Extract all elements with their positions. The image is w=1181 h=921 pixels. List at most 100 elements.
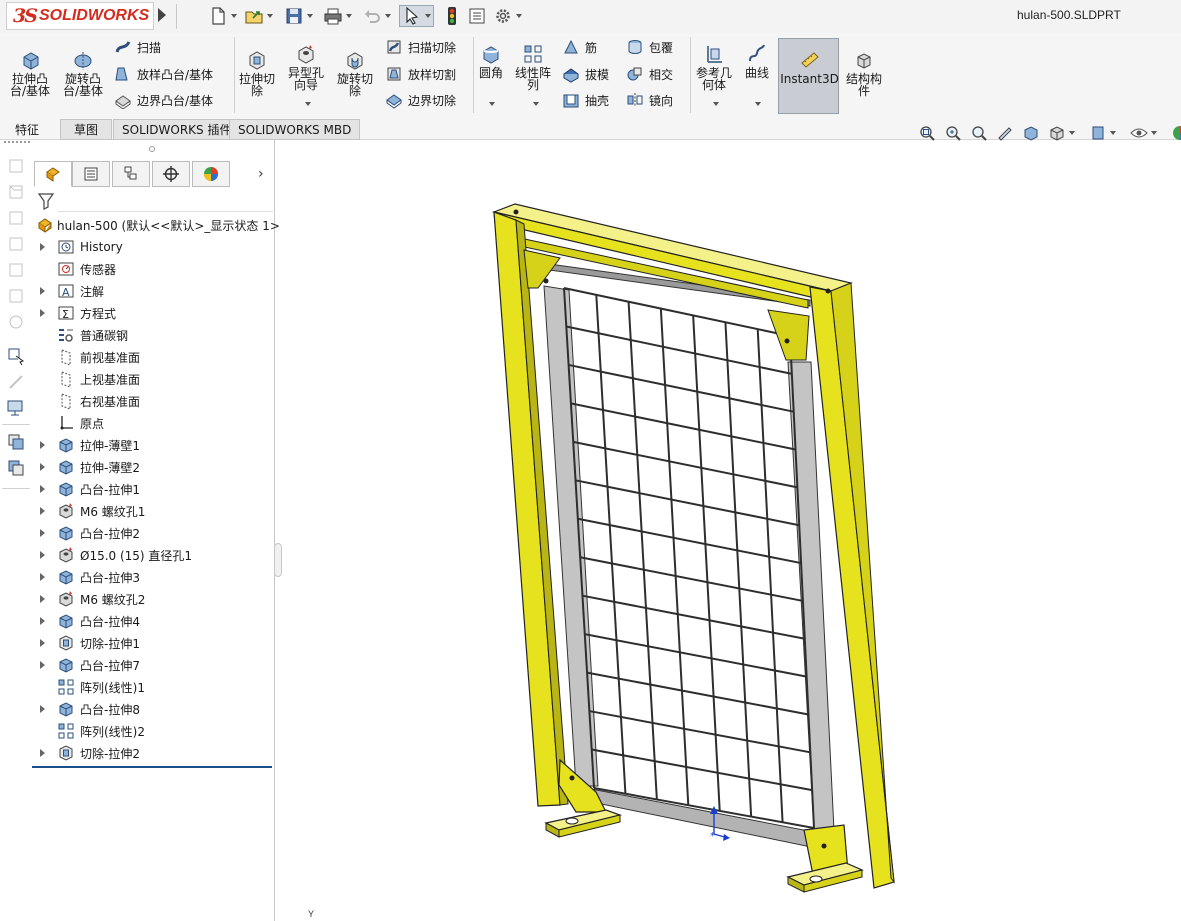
tree-item[interactable]: M6 螺纹孔1 [32, 500, 275, 522]
expand-arrow-icon[interactable] [40, 529, 45, 537]
tree-item[interactable]: 凸台-拉伸4 [32, 610, 275, 632]
chevron-down-icon[interactable] [307, 14, 313, 18]
tree-item[interactable]: 传感器 [32, 258, 275, 280]
mirror-button[interactable]: 镜向 [626, 91, 673, 109]
strip-tool-4[interactable] [6, 234, 26, 254]
lofted-cut-button[interactable]: 放样切割 [385, 65, 456, 83]
filter-button[interactable] [36, 191, 56, 211]
tree-item[interactable]: M6 螺纹孔2 [32, 588, 275, 610]
intersect-button[interactable]: 相交 [626, 65, 673, 83]
solidworks-logo[interactable]: 3S SOLIDWORKS [6, 2, 154, 30]
tree-item[interactable]: 拉伸-薄壁2 [32, 456, 275, 478]
expand-arrow-icon[interactable] [40, 639, 45, 647]
expand-arrow-icon[interactable] [40, 595, 45, 603]
linear-pattern-button[interactable]: 线性阵 列 [515, 43, 551, 91]
undo-button[interactable] [362, 5, 391, 27]
tree-item[interactable]: 普通碳钢 [32, 324, 275, 346]
more-tabs-chevron-icon[interactable]: › [258, 166, 264, 182]
chevron-down-icon[interactable] [346, 14, 352, 18]
expand-arrow-icon[interactable] [40, 287, 45, 295]
boundary-boss-button[interactable]: 边界凸台/基体 [114, 91, 213, 109]
rebuild-button[interactable] [442, 5, 462, 27]
tree-root-part[interactable]: hulan-500 (默认<<默认>_显示状态 1> [32, 214, 280, 236]
strip-grip[interactable] [4, 141, 30, 143]
menu-expand-arrow-icon[interactable] [158, 8, 166, 22]
chevron-down-icon[interactable] [231, 14, 237, 18]
revolve-boss-button[interactable]: 旋转凸 台/基体 [63, 49, 103, 97]
expand-arrow-icon[interactable] [40, 441, 45, 449]
new-document-button[interactable] [208, 5, 237, 27]
expand-arrow-icon[interactable] [40, 243, 45, 251]
expand-arrow-icon[interactable] [40, 507, 45, 515]
tree-item[interactable]: 切除-拉伸1 [32, 632, 275, 654]
select-button[interactable] [399, 5, 434, 27]
tree-item[interactable]: 拉伸-薄壁1 [32, 434, 275, 456]
rib-button[interactable]: 筋 [562, 38, 597, 56]
expand-arrow-icon[interactable] [40, 661, 45, 669]
hole-wizard-button[interactable]: 异型孔 向导 [288, 43, 324, 91]
tree-item[interactable]: 凸台-拉伸2 [32, 522, 275, 544]
tree-item[interactable]: 凸台-拉伸7 [32, 654, 275, 676]
fillet-dropdown-icon[interactable] [489, 102, 495, 106]
draft-button[interactable]: 拔模 [562, 65, 609, 83]
panel-grip[interactable] [149, 146, 155, 152]
swept-cut-button[interactable]: 扫描切除 [385, 38, 456, 56]
chevron-down-icon[interactable] [385, 14, 391, 18]
expand-arrow-icon[interactable] [40, 463, 45, 471]
tree-item[interactable]: History [32, 236, 275, 258]
open-button[interactable] [244, 5, 273, 27]
wrap-button[interactable]: 包覆 [626, 38, 673, 56]
tree-item[interactable]: A 注解 [32, 280, 275, 302]
chevron-down-icon[interactable] [267, 14, 273, 18]
structure-member-button[interactable]: 结构构 件 [846, 49, 882, 97]
tree-item[interactable]: 上视基准面 [32, 368, 275, 390]
chevron-down-icon[interactable] [1110, 131, 1116, 135]
instant3d-button[interactable]: Instant3D [778, 38, 839, 114]
tree-item[interactable]: 凸台-拉伸3 [32, 566, 275, 588]
reference-geometry-dropdown-icon[interactable] [713, 102, 719, 106]
curves-button[interactable]: 曲线 [745, 43, 769, 79]
boundary-cut-button[interactable]: 边界切除 [385, 91, 456, 109]
expand-arrow-icon[interactable] [40, 551, 45, 559]
tab-features[interactable]: 特征 [6, 119, 48, 140]
chevron-down-icon[interactable] [516, 14, 522, 18]
rollback-bar[interactable] [32, 766, 272, 768]
tab-sketch[interactable]: 草图 [60, 119, 112, 140]
strip-tool-5[interactable] [6, 260, 26, 280]
expand-arrow-icon[interactable] [40, 617, 45, 625]
strip-tool-7[interactable] [6, 312, 26, 332]
tab-feature-manager[interactable] [34, 161, 72, 187]
loft-boss-button[interactable]: 放样凸台/基体 [114, 65, 213, 83]
strip-tool-11[interactable] [6, 432, 26, 452]
expand-arrow-icon[interactable] [40, 573, 45, 581]
chevron-down-icon[interactable] [1151, 131, 1157, 135]
options-button[interactable] [493, 5, 522, 27]
sweep-button[interactable]: 扫描 [114, 38, 161, 56]
chevron-down-icon[interactable] [425, 14, 431, 18]
fillet-button[interactable]: 圆角 [479, 43, 503, 79]
save-button[interactable] [284, 5, 313, 27]
tree-item[interactable]: Σ 方程式 [32, 302, 275, 324]
strip-tool-10[interactable] [6, 398, 26, 418]
model-view[interactable]: * [276, 140, 1181, 921]
hole-wizard-dropdown-icon[interactable] [305, 102, 311, 106]
expand-arrow-icon[interactable] [40, 705, 45, 713]
curves-dropdown-icon[interactable] [755, 102, 761, 106]
tree-item[interactable]: 前视基准面 [32, 346, 275, 368]
expand-arrow-icon[interactable] [40, 309, 45, 317]
strip-tool-6[interactable] [6, 286, 26, 306]
tree-item[interactable]: 凸台-拉伸1 [32, 478, 275, 500]
tree-item[interactable]: 阵列(线性)2 [32, 720, 275, 742]
tree-item[interactable]: 右视基准面 [32, 390, 275, 412]
shell-button[interactable]: 抽壳 [562, 91, 609, 109]
tree-item[interactable]: 阵列(线性)1 [32, 676, 275, 698]
strip-tool-3[interactable] [6, 208, 26, 228]
extrude-cut-button[interactable]: 拉伸切 除 [239, 49, 275, 97]
expand-arrow-icon[interactable] [40, 485, 45, 493]
tree-item[interactable]: Ø15.0 (15) 直径孔1 [32, 544, 275, 566]
strip-tool-2[interactable] [6, 182, 26, 202]
linear-pattern-dropdown-icon[interactable] [533, 102, 539, 106]
expand-arrow-icon[interactable] [40, 749, 45, 757]
revolve-cut-button[interactable]: 旋转切 除 [337, 49, 373, 97]
chevron-down-icon[interactable] [1069, 131, 1075, 135]
